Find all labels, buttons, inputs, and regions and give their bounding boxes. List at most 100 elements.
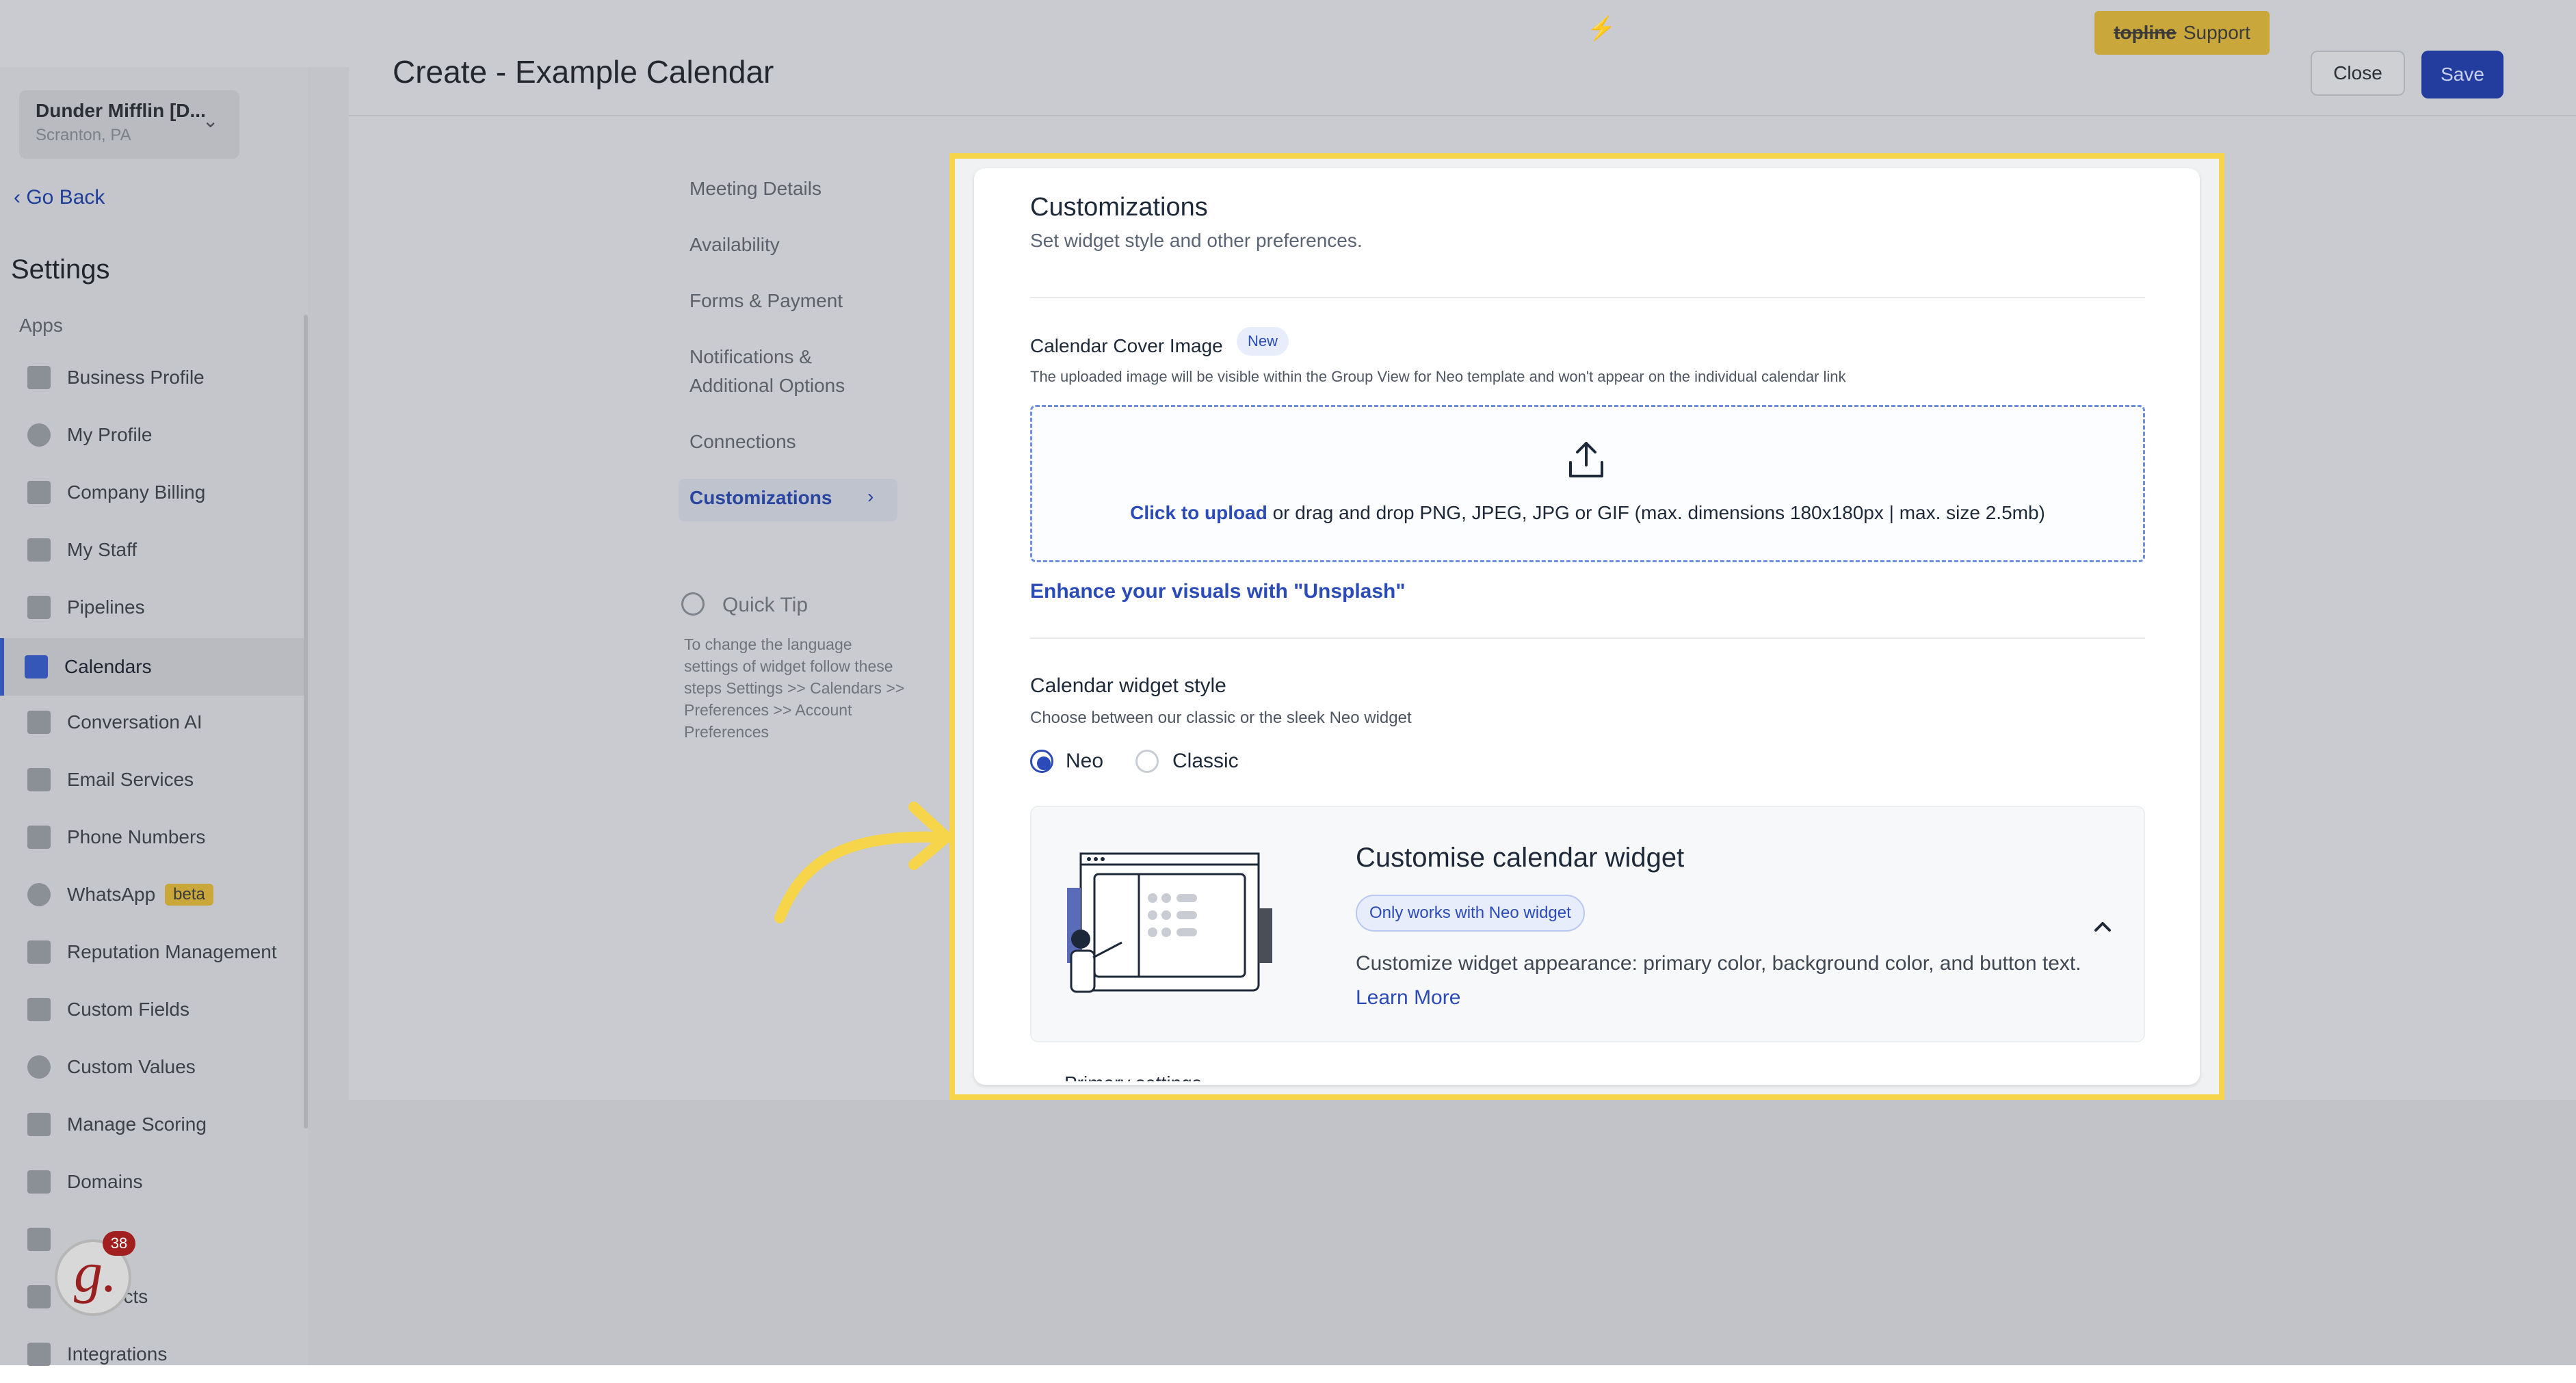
person-icon bbox=[27, 423, 51, 447]
sidebar-item-domains[interactable]: Domains bbox=[0, 1153, 304, 1211]
sidebar-item-manage-scoring[interactable]: Manage Scoring bbox=[0, 1096, 304, 1153]
sidebar-item-label: Custom Fields bbox=[67, 999, 189, 1020]
sidebar-item-my-profile[interactable]: My Profile bbox=[0, 406, 304, 464]
sidebar-item-email-services[interactable]: Email Services bbox=[0, 751, 304, 808]
customizations-subtitle: Set widget style and other preferences. bbox=[1030, 230, 1363, 251]
sidebar-item-label: Custom Values bbox=[67, 1056, 196, 1077]
sidebar-item-label: Email Services bbox=[67, 769, 194, 790]
sidebar-item-label: WhatsApp bbox=[67, 884, 156, 905]
video-icon bbox=[27, 1228, 51, 1251]
customise-widget-description: Customize widget appearance: primary col… bbox=[1356, 952, 2081, 975]
sidebar-item-company-billing[interactable]: Company Billing bbox=[0, 464, 304, 521]
email-icon bbox=[27, 768, 51, 791]
subnav-connections[interactable]: Connections bbox=[689, 431, 796, 453]
grader-count-badge: 38 bbox=[103, 1231, 135, 1256]
cover-image-help: The uploaded image will be visible withi… bbox=[1030, 368, 1846, 385]
sidebar-item-whatsapp[interactable]: WhatsApp beta bbox=[0, 866, 304, 923]
sidebar-item-conversation-ai[interactable]: Conversation AI bbox=[0, 694, 304, 751]
sidebar-item-label: Phone Numbers bbox=[67, 826, 206, 847]
sidebar-item-calendars[interactable]: Calendars bbox=[0, 638, 304, 696]
lightbulb-icon bbox=[681, 592, 705, 616]
divider bbox=[1030, 637, 2145, 639]
staff-icon bbox=[27, 538, 51, 562]
sidebar-item-phone-numbers[interactable]: Phone Numbers bbox=[0, 808, 304, 866]
support-brand: topline bbox=[2114, 22, 2177, 43]
phone-icon bbox=[27, 826, 51, 849]
upload-instructions: Click to upload or drag and drop PNG, JP… bbox=[1030, 502, 2145, 524]
chevron-down-icon[interactable]: ⌄ bbox=[202, 109, 218, 132]
lightning-icon[interactable]: ⚡ bbox=[1587, 15, 1616, 42]
pointer-arrow-icon bbox=[774, 802, 952, 923]
radio-selected-dot bbox=[1037, 756, 1051, 770]
sidebar-item-label: Pipelines bbox=[67, 596, 145, 618]
sidebar-item-label: Integrations bbox=[67, 1343, 168, 1365]
sidebar-item-video[interactable] bbox=[0, 1211, 304, 1268]
support-button[interactable]: topline Support bbox=[2094, 11, 2270, 55]
go-back-label: Go Back bbox=[26, 186, 105, 209]
pie-icon bbox=[27, 1055, 51, 1079]
upload-icon bbox=[1569, 442, 1603, 477]
chevron-up-icon[interactable] bbox=[2088, 915, 2118, 938]
classic-radio[interactable] bbox=[1135, 750, 1159, 773]
sidebar-item-label: Calendars bbox=[64, 656, 152, 677]
quick-tip-title: Quick Tip bbox=[722, 594, 809, 616]
subnav-customizations[interactable]: Customizations bbox=[689, 487, 832, 509]
learn-more-link[interactable]: Learn More bbox=[1356, 986, 1460, 1010]
beta-badge: beta bbox=[165, 884, 213, 906]
sidebar-item-reputation-management[interactable]: Reputation Management bbox=[0, 923, 304, 981]
unsplash-link[interactable]: Enhance your visuals with "Unsplash" bbox=[1030, 580, 1406, 603]
sidebar-item-integrations[interactable]: Integrations bbox=[0, 1326, 304, 1383]
widget-style-label: Calendar widget style bbox=[1030, 674, 1226, 697]
active-indicator bbox=[0, 638, 4, 696]
classic-label[interactable]: Classic bbox=[1172, 750, 1239, 773]
sidebar-item-label: Reputation Management bbox=[67, 941, 277, 962]
subnav-additional-options[interactable]: Additional Options bbox=[689, 375, 845, 397]
sidebar-item-my-staff[interactable]: My Staff bbox=[0, 521, 304, 579]
neo-label[interactable]: Neo bbox=[1066, 750, 1103, 773]
sidebar-item-label: My Staff bbox=[67, 539, 137, 560]
sidebar-item-label: Manage Scoring bbox=[67, 1114, 207, 1135]
filter-icon bbox=[27, 596, 51, 619]
save-button[interactable]: Save bbox=[2421, 51, 2503, 98]
quick-tip-text: To change the language settings of widge… bbox=[684, 635, 905, 741]
upload-dropzone[interactable] bbox=[1030, 405, 2145, 562]
subnav-forms-payment[interactable]: Forms & Payment bbox=[689, 290, 843, 312]
neo-only-badge: Only works with Neo widget bbox=[1356, 895, 1585, 932]
sidebar-item-label: Domains bbox=[67, 1171, 143, 1192]
briefcase-icon bbox=[27, 366, 51, 389]
location-city: Scranton, PA bbox=[36, 126, 131, 144]
sidebar-item-pipelines[interactable]: Pipelines bbox=[0, 579, 304, 636]
subnav-notifications[interactable]: Notifications & bbox=[689, 346, 812, 368]
upload-formats: or drag and drop PNG, JPEG, JPG or GIF (… bbox=[1267, 502, 2045, 523]
sidebar-item-custom-values[interactable]: Custom Values bbox=[0, 1038, 304, 1096]
edit-icon bbox=[27, 998, 51, 1021]
apps-section-label: Apps bbox=[19, 315, 63, 336]
chart-icon bbox=[27, 1113, 51, 1136]
close-button[interactable]: Close bbox=[2311, 51, 2405, 96]
whatsapp-icon bbox=[27, 883, 51, 906]
star-icon bbox=[27, 940, 51, 964]
divider bbox=[1030, 297, 2145, 298]
sidebar-item-business-profile[interactable]: Business Profile bbox=[0, 349, 304, 406]
page-title: Create - Example Calendar bbox=[393, 54, 774, 90]
sidebar-item-label: Conversation AI bbox=[67, 711, 202, 733]
subnav-meeting-details[interactable]: Meeting Details bbox=[689, 178, 822, 200]
overlay-bottom bbox=[308, 1100, 2576, 1365]
location-name: Dunder Mifflin [D... bbox=[36, 100, 206, 121]
new-badge: New bbox=[1237, 327, 1289, 356]
customise-widget-title: Customise calendar widget bbox=[1356, 843, 1685, 873]
sidebar-item-label: Business Profile bbox=[67, 367, 205, 388]
cover-image-label: Calendar Cover Image bbox=[1030, 335, 1223, 356]
link-icon bbox=[27, 1285, 51, 1308]
domain-icon bbox=[27, 1170, 51, 1194]
sidebar-item-redirects[interactable]: Redirects bbox=[0, 1268, 304, 1326]
chat-icon bbox=[27, 711, 51, 734]
subnav-availability[interactable]: Availability bbox=[689, 234, 780, 256]
customizations-title: Customizations bbox=[1030, 193, 1208, 222]
click-to-upload-link[interactable]: Click to upload bbox=[1130, 502, 1267, 523]
go-back-link[interactable]: ‹ Go Back bbox=[14, 186, 105, 209]
integrations-icon bbox=[27, 1343, 51, 1366]
sidebar-item-label: Company Billing bbox=[67, 482, 206, 503]
sidebar-item-custom-fields[interactable]: Custom Fields bbox=[0, 981, 304, 1038]
grid-icon bbox=[27, 481, 51, 504]
